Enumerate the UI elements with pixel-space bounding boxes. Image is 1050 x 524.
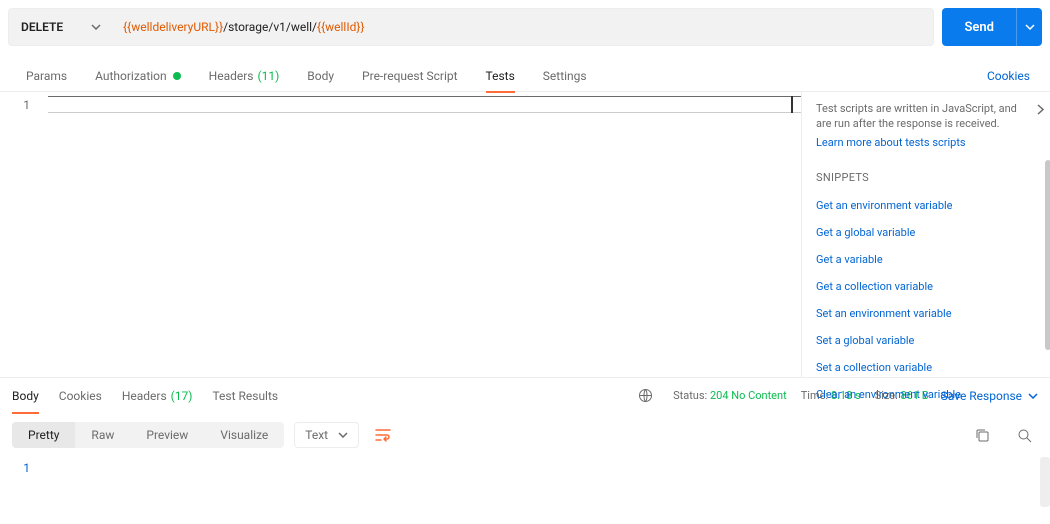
cursor-icon xyxy=(791,96,793,113)
url-path: /storage/v1/well/ xyxy=(223,20,317,34)
format-label: Text xyxy=(305,428,328,442)
status-field: Status: 204 No Content xyxy=(673,389,787,402)
active-line-highlight xyxy=(48,96,801,113)
response-gutter: 1 xyxy=(0,457,48,517)
tab-body[interactable]: Body xyxy=(293,60,348,92)
search-button[interactable] xyxy=(1010,421,1038,449)
tab-tests[interactable]: Tests xyxy=(472,60,529,92)
response-view-bar: Pretty Raw Preview Visualize Text xyxy=(0,413,1050,457)
snippet-item[interactable]: Get a variable xyxy=(816,246,1042,273)
send-button[interactable]: Send xyxy=(942,8,1016,46)
url-variable: {{welldeliveryURL}} xyxy=(123,20,223,34)
status-value: 204 No Content xyxy=(710,389,787,402)
learn-more-link[interactable]: Learn more about tests scripts xyxy=(816,136,1042,149)
line-number: 1 xyxy=(0,461,30,475)
snippet-item[interactable]: Clear an environment variable xyxy=(816,381,1042,408)
wrap-icon xyxy=(375,428,391,442)
editor-body[interactable] xyxy=(48,92,801,377)
chevron-down-icon xyxy=(91,24,101,30)
format-select[interactable]: Text xyxy=(294,422,359,448)
editor-gutter: 1 xyxy=(0,92,48,377)
view-preview[interactable]: Preview xyxy=(130,422,204,448)
chevron-down-icon xyxy=(1025,24,1035,30)
globe-icon xyxy=(638,388,653,403)
chevron-down-icon xyxy=(338,432,348,438)
http-method-select[interactable]: DELETE xyxy=(9,20,113,34)
tab-authorization-label: Authorization xyxy=(95,69,167,83)
tab-settings[interactable]: Settings xyxy=(529,60,601,92)
network-icon[interactable] xyxy=(631,382,659,410)
snippet-item[interactable]: Set a collection variable xyxy=(816,354,1042,381)
view-visualize[interactable]: Visualize xyxy=(204,422,284,448)
cookies-link[interactable]: Cookies xyxy=(987,69,1038,83)
snippets-scrollbar[interactable] xyxy=(1045,160,1050,350)
wrap-lines-button[interactable] xyxy=(369,421,397,449)
line-number: 1 xyxy=(0,98,30,112)
snippet-item[interactable]: Get a global variable xyxy=(816,219,1042,246)
snippets-description: Test scripts are written in JavaScript, … xyxy=(816,102,1042,132)
auth-active-dot-icon xyxy=(173,72,181,80)
url-input[interactable]: {{welldeliveryURL}}/storage/v1/well/{{we… xyxy=(113,20,933,34)
response-scrollbar[interactable] xyxy=(1040,457,1050,507)
resp-tab-headers[interactable]: Headers (17) xyxy=(122,378,193,414)
copy-icon xyxy=(975,428,990,443)
tests-code-editor[interactable]: 1 xyxy=(0,92,802,377)
response-body[interactable] xyxy=(48,457,1050,517)
http-method-label: DELETE xyxy=(21,20,63,34)
copy-button[interactable] xyxy=(968,421,996,449)
url-variable: {{wellId}} xyxy=(317,20,365,34)
tab-prerequest[interactable]: Pre-request Script xyxy=(348,60,471,92)
headers-count: (11) xyxy=(258,69,280,83)
resp-tab-cookies[interactable]: Cookies xyxy=(59,378,102,414)
request-bar: DELETE {{welldeliveryURL}}/storage/v1/we… xyxy=(0,0,1050,46)
tests-editor-area: 1 Test scripts are written in JavaScript… xyxy=(0,92,1050,377)
request-tabs: Params Authorization Headers (11) Body P… xyxy=(0,60,1050,92)
snippet-item[interactable]: Get a collection variable xyxy=(816,273,1042,300)
view-raw[interactable]: Raw xyxy=(75,422,130,448)
view-right-actions xyxy=(968,421,1038,449)
tab-headers-label: Headers xyxy=(209,69,254,83)
resp-tab-tests[interactable]: Test Results xyxy=(212,378,278,414)
tab-headers[interactable]: Headers (11) xyxy=(195,60,294,92)
snippet-item[interactable]: Set a global variable xyxy=(816,327,1042,354)
resp-tab-body[interactable]: Body xyxy=(12,378,39,414)
resp-headers-label: Headers xyxy=(122,389,167,403)
snippets-panel: Test scripts are written in JavaScript, … xyxy=(802,92,1050,377)
send-button-group: Send xyxy=(942,8,1042,46)
tab-authorization[interactable]: Authorization xyxy=(81,60,195,92)
search-icon xyxy=(1017,428,1032,443)
snippet-item[interactable]: Get an environment variable xyxy=(816,192,1042,219)
tab-params[interactable]: Params xyxy=(12,60,81,92)
chevron-right-icon xyxy=(1037,104,1044,115)
snippet-item[interactable]: Set an environment variable xyxy=(816,300,1042,327)
response-tabs: Body Cookies Headers (17) Test Results xyxy=(12,378,278,414)
send-options-button[interactable] xyxy=(1016,8,1042,46)
view-pretty[interactable]: Pretty xyxy=(12,422,75,448)
method-url-group: DELETE {{welldeliveryURL}}/storage/v1/we… xyxy=(8,8,934,46)
view-mode-tabs: Pretty Raw Preview Visualize xyxy=(12,422,284,448)
status-label: Status: xyxy=(673,389,707,402)
snippets-heading: SNIPPETS xyxy=(816,171,1042,184)
collapse-panel-button[interactable] xyxy=(1037,104,1044,115)
resp-headers-count: (17) xyxy=(171,389,193,403)
response-body-editor: 1 xyxy=(0,457,1050,517)
